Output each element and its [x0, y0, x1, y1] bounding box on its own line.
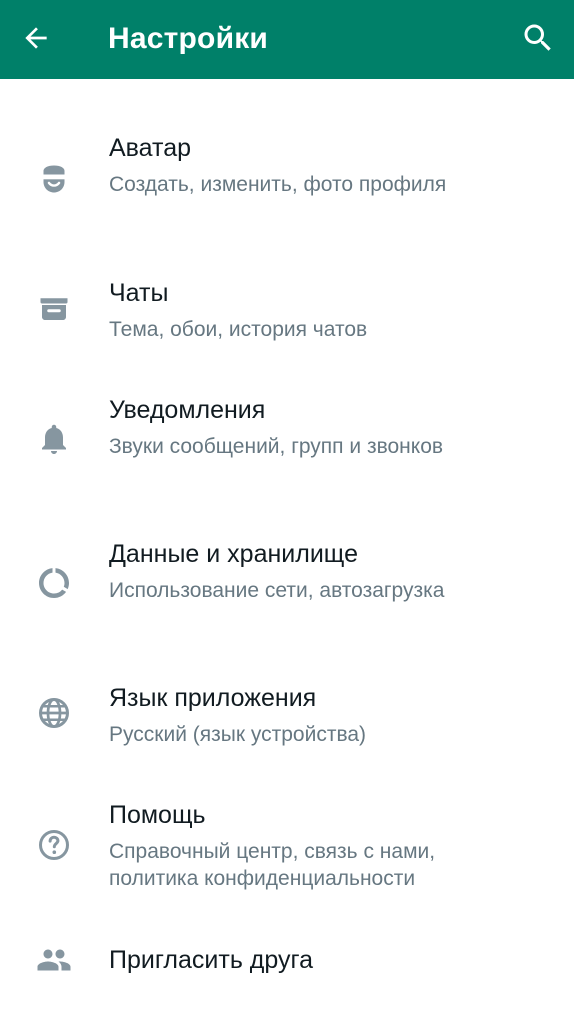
search-icon[interactable] [520, 20, 556, 56]
settings-item-avatar[interactable]: Аватар Создать, изменить, фото профиля [0, 133, 574, 233]
settings-item-subtitle: Справочный центр, связь с нами, политика… [109, 840, 436, 890]
settings-item-label: Язык приложения [109, 684, 317, 712]
settings-item-subtitle: Использование сети, автозагрузка [109, 579, 445, 602]
settings-item-data-storage[interactable]: Данные и хранилище Использование сети, а… [0, 539, 574, 639]
bell-icon [42, 424, 66, 454]
app-bar: Настройки [0, 0, 574, 79]
data-usage-icon [39, 568, 69, 598]
settings-item-label: Аватар [109, 134, 192, 162]
arrow-left-icon[interactable] [20, 22, 52, 54]
settings-item-subtitle: Создать, изменить, фото профиля [109, 173, 447, 196]
settings-item-invite-friend[interactable]: Пригласить друга [0, 945, 574, 985]
settings-item-notifications[interactable]: Уведомления Звуки сообщений, групп и зво… [0, 395, 574, 495]
settings-item-help[interactable]: Помощь Справочный центр, связь с нами, п… [0, 800, 574, 900]
settings-item-subtitle: Звуки сообщений, групп и звонков [109, 435, 444, 458]
settings-item-subtitle: Тема, обои, история чатов [109, 318, 368, 341]
settings-item-chats[interactable]: Чаты Тема, обои, история чатов [0, 278, 574, 348]
settings-item-label: Данные и хранилище [109, 540, 358, 568]
chat-icon [40, 298, 68, 320]
people-icon [37, 949, 71, 971]
settings-item-label: Чаты [109, 279, 169, 307]
settings-item-label: Помощь [109, 801, 206, 829]
page-title: Настройки [108, 22, 269, 55]
settings-item-subtitle: Русский (язык устройства) [109, 723, 367, 746]
settings-item-language[interactable]: Язык приложения Русский (язык устройства… [0, 683, 574, 753]
help-icon [39, 830, 69, 860]
settings-item-label: Пригласить друга [109, 946, 313, 974]
avatar-icon [43, 165, 65, 193]
settings-item-label: Уведомления [109, 396, 266, 424]
globe-icon [39, 698, 69, 728]
